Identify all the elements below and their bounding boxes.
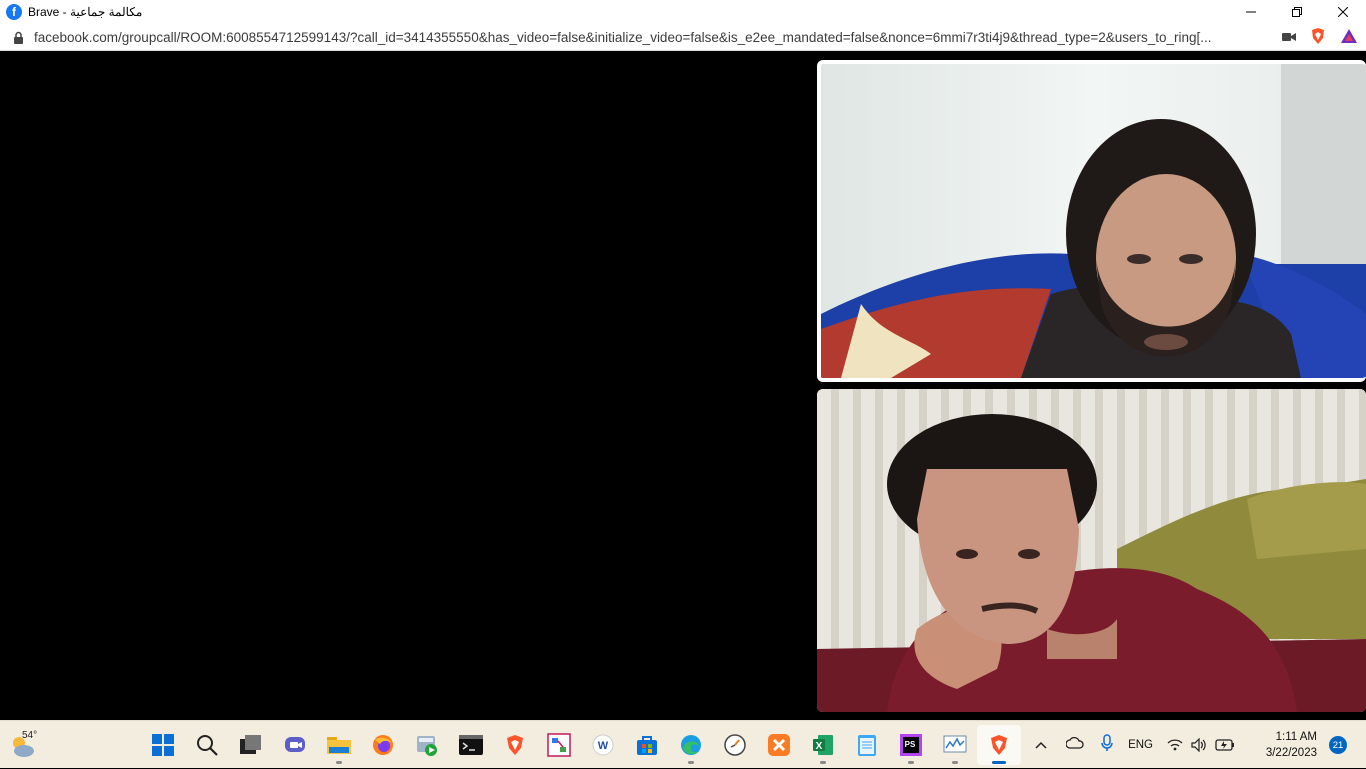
file-explorer-button[interactable] (317, 725, 361, 765)
window-title: Brave - مكالمة جماعية (28, 5, 143, 19)
excel-icon: X (813, 735, 833, 755)
clock-time: 1:11 AM (1275, 731, 1317, 743)
terminal-button[interactable] (449, 725, 493, 765)
monitor-icon (943, 735, 967, 753)
clock-date: 3/22/2023 (1265, 747, 1317, 759)
running-indicator (688, 761, 694, 764)
url-text[interactable]: facebook.com/groupcall/ROOM:600855471259… (34, 30, 1256, 45)
onedrive-button[interactable] (1062, 736, 1088, 754)
quick-settings-button[interactable] (1167, 738, 1235, 752)
address-bar[interactable]: facebook.com/groupcall/ROOM:600855471259… (0, 24, 1366, 51)
participant-video-2 (817, 389, 1366, 712)
running-indicator (952, 761, 958, 764)
running-indicator (336, 761, 342, 764)
active-indicator (992, 761, 1006, 764)
edge-button[interactable] (669, 725, 713, 765)
start-button[interactable] (141, 725, 185, 765)
show-hidden-icons-button[interactable] (1030, 738, 1052, 752)
camera-permission-icon[interactable] (1282, 29, 1296, 47)
brave-active-button[interactable] (977, 725, 1021, 765)
close-button[interactable] (1320, 0, 1366, 24)
lock-icon[interactable] (12, 30, 24, 44)
chevron-up-icon (1035, 741, 1047, 749)
restore-icon (1292, 7, 1302, 17)
weather-temperature: 54° (22, 730, 38, 741)
search-button[interactable] (185, 725, 229, 765)
terminal-icon (459, 735, 483, 755)
xampp-button[interactable] (757, 725, 801, 765)
svg-text:W: W (598, 740, 609, 752)
folder-icon (327, 737, 351, 754)
close-icon (1338, 7, 1348, 17)
phpstorm-button[interactable]: PS (889, 725, 933, 765)
store-icon (637, 736, 657, 755)
running-indicator (820, 761, 826, 764)
battery-icon (1215, 739, 1234, 751)
participant-video-1 (821, 64, 1366, 378)
diagram-app-button[interactable] (537, 725, 581, 765)
windows-taskbar: 54° W X PS ENG 1:11 AM 3/22/2023 21 (0, 720, 1366, 768)
excel-button[interactable]: X (801, 725, 845, 765)
clock-app-icon (724, 734, 746, 756)
word-app-button[interactable]: W (581, 725, 625, 765)
maximize-button[interactable] (1274, 0, 1320, 24)
wifi-icon (1167, 739, 1183, 751)
windows-icon (152, 734, 174, 756)
group-call-area (0, 52, 1366, 720)
phpstorm-icon: PS (900, 734, 922, 756)
window-controls (1228, 0, 1366, 24)
volume-icon (1191, 738, 1206, 752)
notepad-icon (858, 735, 876, 756)
microphone-icon (1101, 733, 1113, 751)
search-icon (197, 735, 218, 756)
notification-badge[interactable]: 21 (1329, 736, 1347, 754)
brave-icon (507, 735, 523, 755)
clock-app-button[interactable] (713, 725, 757, 765)
facebook-icon: f (6, 4, 22, 20)
teams-chat-button[interactable] (273, 725, 317, 765)
input-language-indicator[interactable]: ENG (1128, 739, 1153, 751)
edge-icon (681, 735, 701, 755)
firefox-icon (373, 735, 393, 755)
participant-video-tile-1[interactable] (817, 60, 1366, 382)
task-view-button[interactable] (229, 725, 273, 765)
brave-pinned-button[interactable] (493, 725, 537, 765)
firefox-button[interactable] (361, 725, 405, 765)
taskbar-pinned-apps: W X PS (141, 725, 1021, 765)
weather-widget[interactable]: 54° (8, 727, 42, 763)
microsoft-store-button[interactable] (625, 725, 669, 765)
brave-icon (991, 735, 1007, 755)
brave-shields-icon[interactable] (1310, 27, 1326, 50)
chat-icon (285, 737, 305, 752)
running-indicator (908, 761, 914, 764)
brave-rewards-icon[interactable] (1340, 28, 1358, 49)
notepad-button[interactable] (845, 725, 889, 765)
media-icon (417, 736, 437, 756)
diagram-icon (547, 733, 571, 757)
svg-text:PS: PS (905, 740, 916, 749)
cloud-icon (1065, 736, 1084, 749)
media-app-button[interactable] (405, 725, 449, 765)
participant-video-tile-2[interactable] (817, 389, 1366, 712)
performance-monitor-button[interactable] (933, 725, 977, 765)
minimize-icon (1246, 11, 1256, 13)
window-title-bar: f Brave - مكالمة جماعية (0, 0, 1366, 24)
svg-text:X: X (816, 741, 823, 752)
microphone-button[interactable] (1094, 733, 1120, 757)
taskbar-clock[interactable]: 1:11 AM 3/22/2023 (1251, 729, 1317, 761)
xampp-icon (768, 734, 790, 756)
task-view-icon (240, 735, 261, 754)
main-video-feed[interactable] (0, 52, 812, 720)
system-tray: ENG 1:11 AM 3/22/2023 21 (1030, 721, 1366, 769)
minimize-button[interactable] (1228, 0, 1274, 24)
word-icon: W (592, 734, 614, 756)
